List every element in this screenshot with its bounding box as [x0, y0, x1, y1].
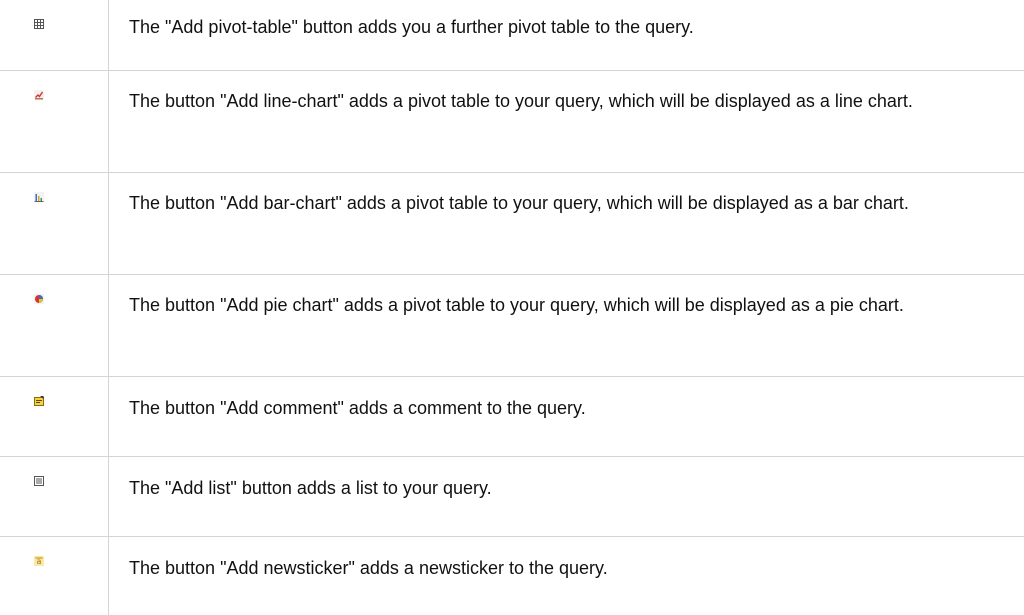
icon-cell	[0, 377, 109, 457]
icon-cell	[0, 457, 109, 537]
table-row: The "Add list" button adds a list to you…	[0, 457, 1024, 537]
description-text: The "Add list" button adds a list to you…	[109, 457, 1024, 537]
table-row: The button "Add comment" adds a comment …	[0, 377, 1024, 457]
comment-icon	[34, 396, 44, 406]
icon-cell	[0, 71, 109, 173]
description-text: The button "Add bar-chart" adds a pivot …	[109, 173, 1024, 275]
list-icon	[34, 476, 44, 486]
button-description-table: The "Add pivot-table" button adds you a …	[0, 0, 1024, 615]
icon-cell	[0, 173, 109, 275]
bar-chart-icon	[34, 192, 44, 202]
description-text: The button "Add comment" adds a comment …	[109, 377, 1024, 457]
icon-cell	[0, 275, 109, 377]
pie-chart-icon	[34, 294, 44, 304]
line-chart-icon	[34, 90, 44, 100]
description-text: The button "Add line-chart" adds a pivot…	[109, 71, 1024, 173]
newsticker-icon: a	[34, 556, 44, 566]
icon-cell: a	[0, 537, 109, 615]
pivot-table-icon	[34, 19, 44, 29]
description-text: The "Add pivot-table" button adds you a …	[109, 0, 1024, 71]
table-row: The button "Add line-chart" adds a pivot…	[0, 71, 1024, 173]
table-row: a The button "Add newsticker" adds a new…	[0, 537, 1024, 615]
table-row: The button "Add pie chart" adds a pivot …	[0, 275, 1024, 377]
description-text: The button "Add pie chart" adds a pivot …	[109, 275, 1024, 377]
table-row: The "Add pivot-table" button adds you a …	[0, 0, 1024, 71]
table-row: The button "Add bar-chart" adds a pivot …	[0, 173, 1024, 275]
description-text: The button "Add newsticker" adds a newst…	[109, 537, 1024, 615]
icon-cell	[0, 0, 109, 71]
